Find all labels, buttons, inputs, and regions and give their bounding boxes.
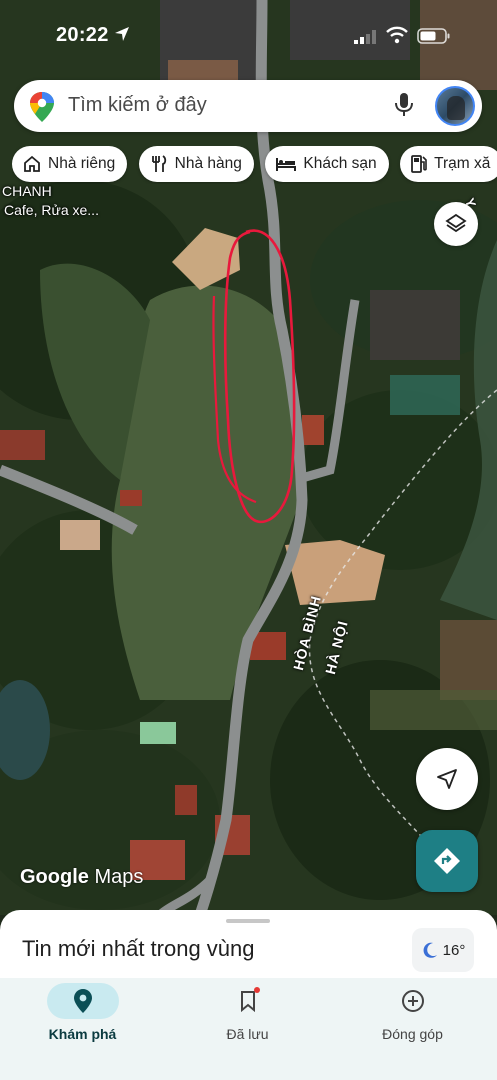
map-place-label[interactable]: CHANH	[2, 183, 52, 199]
home-icon	[24, 155, 40, 172]
nav-label: Khám phá	[48, 1026, 117, 1042]
restaurant-icon	[151, 155, 166, 172]
nav-label: Đã lưu	[226, 1026, 269, 1042]
nav-contribute-pill	[377, 983, 449, 1019]
bottom-sheet[interactable]: Tin mới nhất trong vùng 16°	[0, 910, 497, 980]
nav-explore-pill	[47, 983, 119, 1019]
google-maps-watermark: Google Maps	[20, 866, 143, 889]
nav-contribute[interactable]: Đóng góp	[330, 978, 495, 1080]
search-input[interactable]: Tìm kiếm ở đây	[68, 94, 207, 117]
notification-dot	[254, 987, 260, 993]
chip-label: Nhà riêng	[48, 155, 116, 172]
weather-chip[interactable]: 16°	[412, 928, 474, 972]
chip-hotels[interactable]: Khách sạn	[265, 146, 389, 182]
chip-gas-stations[interactable]: Trạm xă	[400, 146, 497, 182]
microphone-icon[interactable]	[394, 92, 414, 118]
status-bar: 20:22	[0, 0, 497, 74]
chip-label: Nhà hàng	[174, 155, 242, 172]
watermark-google: Google	[20, 866, 89, 888]
bookmark-icon	[241, 991, 255, 1012]
nav-explore[interactable]: Khám phá	[0, 978, 165, 1080]
cellular-signal-icon	[354, 30, 376, 44]
sheet-title: Tin mới nhất trong vùng	[22, 936, 255, 961]
explore-pin-icon	[74, 989, 92, 1013]
chip-restaurants[interactable]: Nhà hàng	[138, 146, 254, 182]
layers-icon	[445, 213, 467, 233]
hotel-icon	[276, 158, 297, 171]
layers-button[interactable]	[434, 202, 478, 246]
nav-saved-pill	[212, 983, 284, 1019]
bottom-navigation: Khám phá Đã lưu Đóng góp	[0, 978, 497, 1080]
map-place-sublabel[interactable]: Cafe, Rửa xe...	[4, 202, 99, 218]
moon-icon	[423, 942, 437, 958]
search-bar[interactable]: Tìm kiếm ở đây	[14, 80, 482, 132]
chip-label: Khách sạn	[303, 155, 377, 172]
nav-label: Đóng góp	[382, 1026, 443, 1042]
chip-label: Trạm xă	[434, 155, 491, 172]
profile-avatar[interactable]	[435, 86, 475, 126]
battery-icon	[417, 28, 450, 44]
gas-station-icon	[411, 155, 427, 173]
directions-button[interactable]	[416, 830, 478, 892]
category-chips: Nhà riêng Nhà hàng Khách sạn Trạm xă	[12, 146, 497, 184]
google-maps-pin-icon	[30, 92, 54, 122]
wifi-icon	[386, 26, 408, 44]
watermark-maps: Maps	[94, 866, 144, 888]
status-time: 20:22	[56, 24, 109, 46]
nav-saved[interactable]: Đã lưu	[165, 978, 330, 1080]
add-circle-icon	[402, 990, 424, 1012]
sheet-drag-handle[interactable]	[226, 919, 270, 923]
chip-home[interactable]: Nhà riêng	[12, 146, 128, 182]
location-arrow-icon	[115, 27, 129, 41]
navigation-arrow-icon	[437, 769, 457, 789]
my-location-button[interactable]	[416, 748, 478, 810]
weather-temp: 16°	[442, 941, 466, 959]
directions-icon	[434, 848, 460, 874]
